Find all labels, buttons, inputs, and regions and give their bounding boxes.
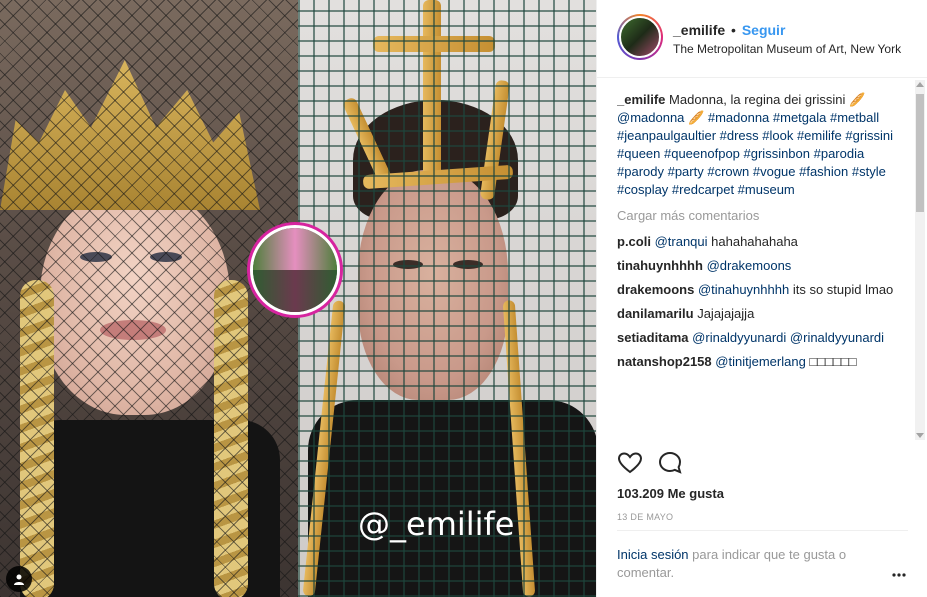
post-media[interactable]: @_emilife <box>0 0 596 597</box>
comment-icon[interactable] <box>657 450 683 480</box>
follow-button[interactable]: Seguir <box>742 22 786 38</box>
caption-username[interactable]: _emilife <box>617 92 665 107</box>
scroll-up-icon[interactable] <box>916 82 924 87</box>
action-bar <box>617 450 683 480</box>
post-date: 13 DE MAYO <box>617 512 674 522</box>
comment-text: hahahahahaha <box>711 234 798 249</box>
login-link[interactable]: Inicia sesión <box>617 547 689 562</box>
comment-username[interactable]: p.coli <box>617 234 651 249</box>
caption: _emilife Madonna, la regina dei grissini… <box>617 91 902 199</box>
comment-mention[interactable]: @tinahuynhhhh <box>698 282 789 297</box>
comment-mention[interactable]: @drakemoons <box>707 258 792 273</box>
post-header: _emilife • Seguir The Metropolitan Museu… <box>597 0 927 78</box>
comments-list[interactable]: _emilife Madonna, la regina dei grissini… <box>617 91 902 441</box>
avatar[interactable] <box>617 14 663 60</box>
caption-text: Madonna, la regina dei grissini 🥖 <box>669 92 866 107</box>
more-options-icon[interactable] <box>892 566 906 581</box>
user-tag-icon[interactable] <box>6 566 32 592</box>
comment-text: its so stupid lmao <box>792 282 894 297</box>
comments-scrollbar[interactable] <box>915 80 925 440</box>
comment-username[interactable]: danilamarilu <box>617 306 694 321</box>
comment-item: tinahuynhhhh @drakemoons <box>617 257 902 275</box>
media-right-photo: @_emilife <box>298 0 596 597</box>
comment-username[interactable]: natanshop2158 <box>617 354 712 369</box>
instagram-post: @_emilife _emilife • Seguir The Metropol… <box>0 0 927 597</box>
comment-item: drakemoons @tinahuynhhhh its so stupid l… <box>617 281 902 299</box>
username-link[interactable]: _emilife <box>673 22 725 38</box>
separator-dot: • <box>731 22 736 38</box>
comment-mention[interactable]: @rinaldyyunardi @rinaldyyunardi <box>692 330 884 345</box>
comment-mention[interactable]: @tinitjemerlang <box>715 354 806 369</box>
comment-text: □□□□□□ <box>809 354 857 369</box>
comment-text: Jajajajajja <box>697 306 755 321</box>
comment-item: p.coli @tranqui hahahahahaha <box>617 233 902 251</box>
comment-username[interactable]: setiaditama <box>617 330 689 345</box>
load-more-comments-button[interactable]: Cargar más comentarios <box>617 207 902 225</box>
location-link[interactable]: The Metropolitan Museum of Art, New York <box>673 42 901 56</box>
comment-item: danilamarilu Jajajajajja <box>617 305 902 323</box>
comment-mention[interactable]: @tranqui <box>655 234 708 249</box>
like-count[interactable]: 103.209 Me gusta <box>617 486 724 501</box>
post-side-panel: _emilife • Seguir The Metropolitan Museu… <box>596 0 927 597</box>
comment-item: setiaditama @rinaldyyunardi @rinaldyyuna… <box>617 329 902 347</box>
scrollbar-thumb[interactable] <box>916 94 924 212</box>
comment-username[interactable]: tinahuynhhhh <box>617 258 703 273</box>
login-prompt: Inicia sesión para indicar que te gusta … <box>617 546 877 582</box>
heart-icon[interactable] <box>617 450 643 480</box>
divider <box>617 530 908 531</box>
caption-mention-suffix: 🥖 <box>688 110 705 125</box>
caption-mention[interactable]: @madonna <box>617 110 684 125</box>
watermark-text: @_emilife <box>358 505 515 543</box>
comment-item: natanshop2158 @tinitjemerlang □□□□□□ <box>617 353 902 371</box>
comment-username[interactable]: drakemoons <box>617 282 694 297</box>
overlay-avatar <box>247 222 343 318</box>
username-row: _emilife • Seguir <box>673 22 785 38</box>
scroll-down-icon[interactable] <box>916 433 924 438</box>
